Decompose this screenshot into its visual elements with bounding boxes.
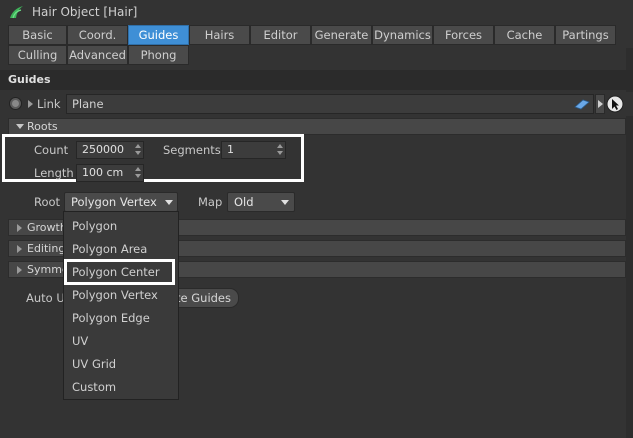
auto-update-label: Auto U [26,291,65,305]
tab-hairs[interactable]: Hairs [189,25,250,45]
radio-dot-icon [12,100,19,107]
menu-arrow-icon [598,100,603,108]
tab-cache[interactable]: Cache [494,25,555,45]
tab-culling[interactable]: Culling [8,45,67,65]
root-dropdown[interactable]: Polygon Vertex [64,192,178,212]
editing-expand-icon[interactable] [17,245,22,253]
menu-item-custom[interactable]: Custom [72,380,116,394]
root-dropdown-menu [63,211,179,400]
menu-item-polygon-edge[interactable]: Polygon Edge [72,311,150,325]
section-header-guides: Guides [0,70,633,90]
map-dropdown-chevron-icon [281,200,289,205]
root-label: Root [34,195,61,209]
segments-spinner-icon[interactable] [276,144,283,156]
growth-group-label: Growth [27,221,67,234]
symmetry-expand-icon[interactable] [17,266,22,274]
polygon-center-highlight-box [64,259,175,285]
menu-item-uv[interactable]: UV [72,334,88,348]
menu-item-polygon-area[interactable]: Polygon Area [72,242,147,256]
expand-arrow-icon[interactable] [28,100,33,108]
roots-group-header[interactable]: Roots [8,118,626,135]
link-label: Link [37,97,61,111]
menu-item-polygon[interactable]: Polygon [72,219,117,233]
count-label: Count [34,143,69,157]
root-dropdown-chevron-icon [165,200,173,205]
tab-basic[interactable]: Basic [8,25,67,45]
tab-forces[interactable]: Forces [433,25,494,45]
hair-object-icon [10,6,23,19]
editing-group-label: Editing [27,242,66,255]
collapse-arrow-icon[interactable] [16,124,24,129]
growth-expand-icon[interactable] [17,224,22,232]
length-spinner-icon[interactable] [134,167,141,179]
link-field[interactable]: Plane [66,94,594,114]
roots-group-label: Roots [27,120,58,133]
tab-advanced[interactable]: Advanced [67,45,128,65]
window-title: Hair Object [Hair] [32,5,138,19]
length-label: Length [34,166,74,180]
tab-editor[interactable]: Editor [250,25,311,45]
map-label: Map [198,195,223,209]
count-spinner-icon[interactable] [134,144,141,156]
menu-item-polygon-vertex[interactable]: Polygon Vertex [72,288,158,302]
drag-link-icon[interactable] [574,98,590,110]
tab-phong[interactable]: Phong [128,45,189,65]
pick-object-icon[interactable] [606,95,624,113]
segments-label: Segments [163,143,221,157]
tab-dynamics[interactable]: Dynamics [372,25,433,45]
tab-generate[interactable]: Generate [311,25,372,45]
tab-coord[interactable]: Coord. [67,25,128,45]
tab-partings[interactable]: Partings [555,25,616,45]
menu-item-uv-grid[interactable]: UV Grid [72,357,116,371]
tab-guides[interactable]: Guides [128,25,189,45]
